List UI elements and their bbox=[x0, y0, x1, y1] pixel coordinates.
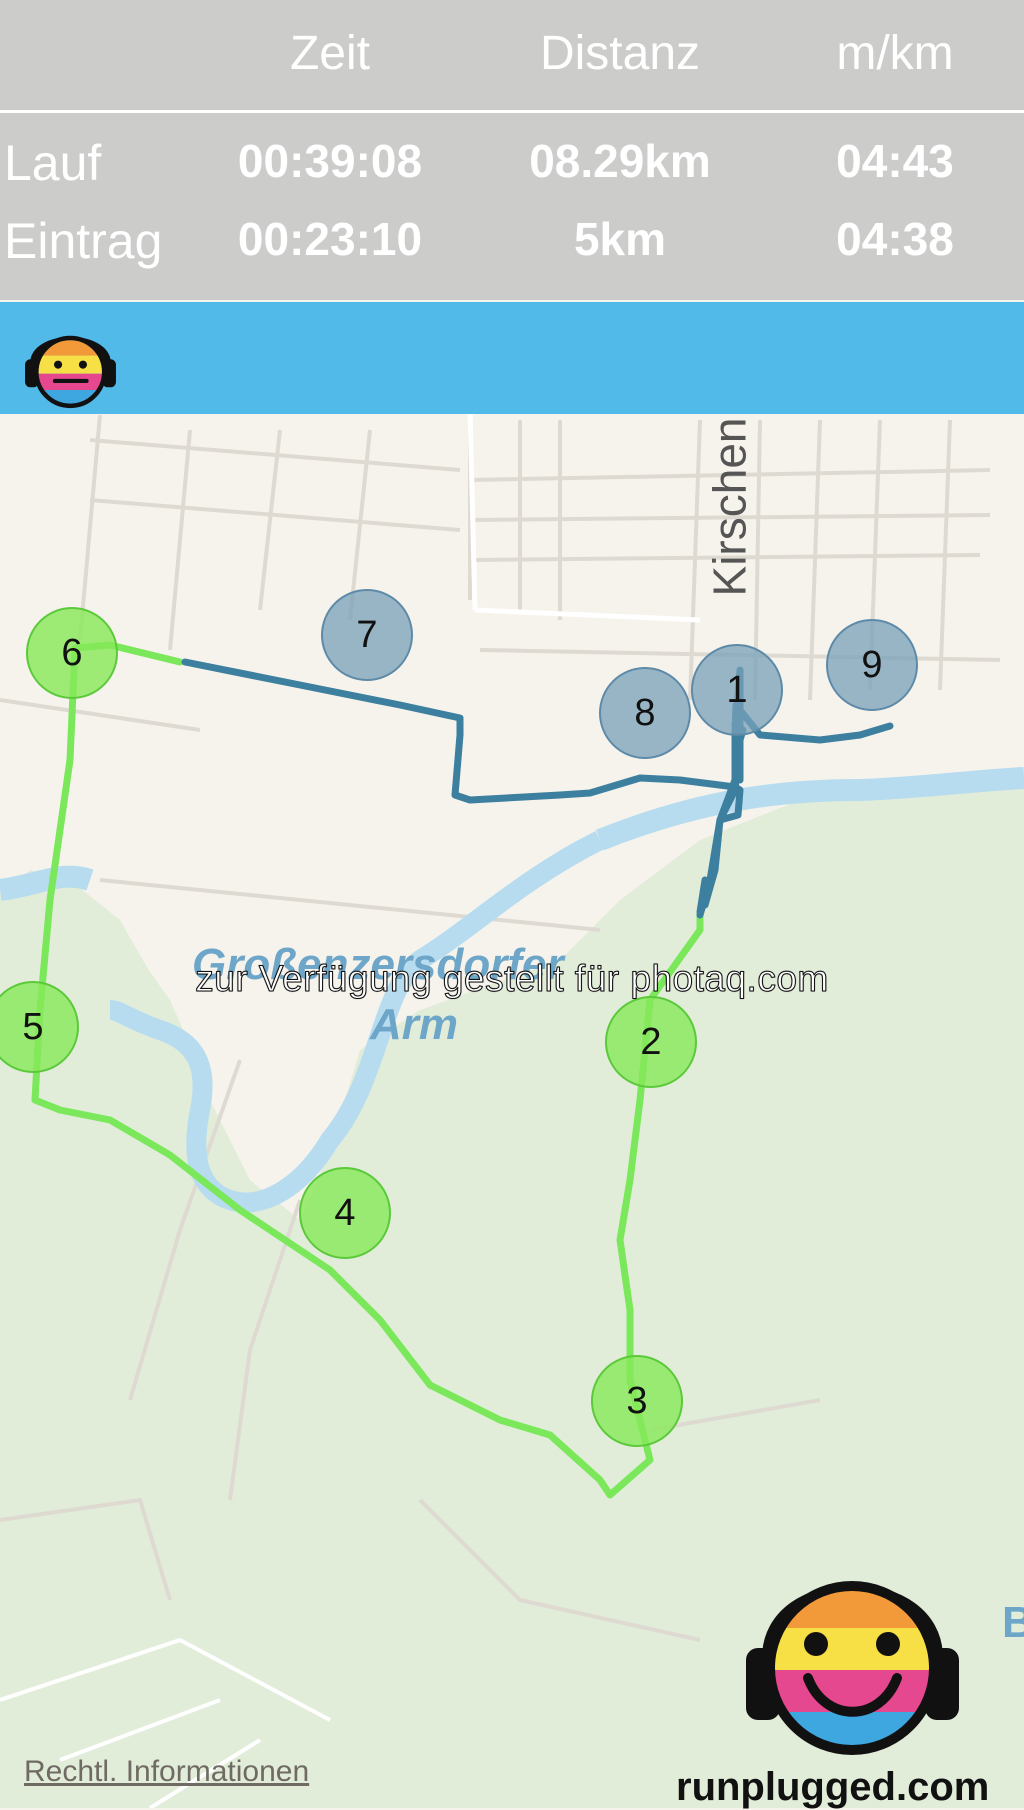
route-marker-2[interactable]: 2 bbox=[605, 996, 697, 1088]
header-distance: Distanz bbox=[539, 27, 701, 80]
runplugged-logo-icon[interactable] bbox=[18, 314, 123, 409]
stats-divider bbox=[0, 110, 1024, 113]
header-time: Zeit bbox=[289, 27, 370, 80]
route-marker-9[interactable]: 9 bbox=[826, 619, 918, 711]
route-marker-6[interactable]: 6 bbox=[26, 607, 118, 699]
legal-info-link[interactable]: Rechtl. Informationen bbox=[24, 1755, 309, 1789]
brand-url: runplugged.com bbox=[676, 1765, 990, 1809]
street-label: Kirschen bbox=[703, 417, 756, 597]
entry-pace: 04:38 bbox=[836, 213, 954, 265]
route-marker-1[interactable]: 1 bbox=[691, 644, 783, 736]
app-toolbar bbox=[0, 302, 1024, 414]
run-distance: 08.29km bbox=[529, 135, 711, 187]
entry-distance: 5km bbox=[573, 213, 667, 265]
run-time: 00:39:08 bbox=[237, 135, 423, 187]
run-pace: 04:43 bbox=[836, 135, 954, 187]
watermark-text: zur Verfügung gestellt für photaq.com bbox=[195, 958, 829, 1000]
runplugged-brand-logo-icon bbox=[746, 1581, 959, 1755]
run-stats-panel: Zeit Distanz m/km Lauf 00:39:08 08.29km … bbox=[0, 0, 1024, 300]
entry-time: 00:23:10 bbox=[237, 213, 423, 265]
header-pace: m/km bbox=[836, 27, 954, 80]
river-label-line2: Arm bbox=[370, 1000, 459, 1049]
route-marker-8[interactable]: 8 bbox=[599, 667, 691, 759]
route-marker-4[interactable]: 4 bbox=[299, 1167, 391, 1259]
row-label-entry: Eintrag bbox=[4, 213, 163, 269]
row-label-run: Lauf bbox=[4, 135, 102, 191]
route-marker-7[interactable]: 7 bbox=[321, 589, 413, 681]
map-edge-label: B bbox=[1002, 1598, 1024, 1647]
route-marker-3[interactable]: 3 bbox=[591, 1355, 683, 1447]
